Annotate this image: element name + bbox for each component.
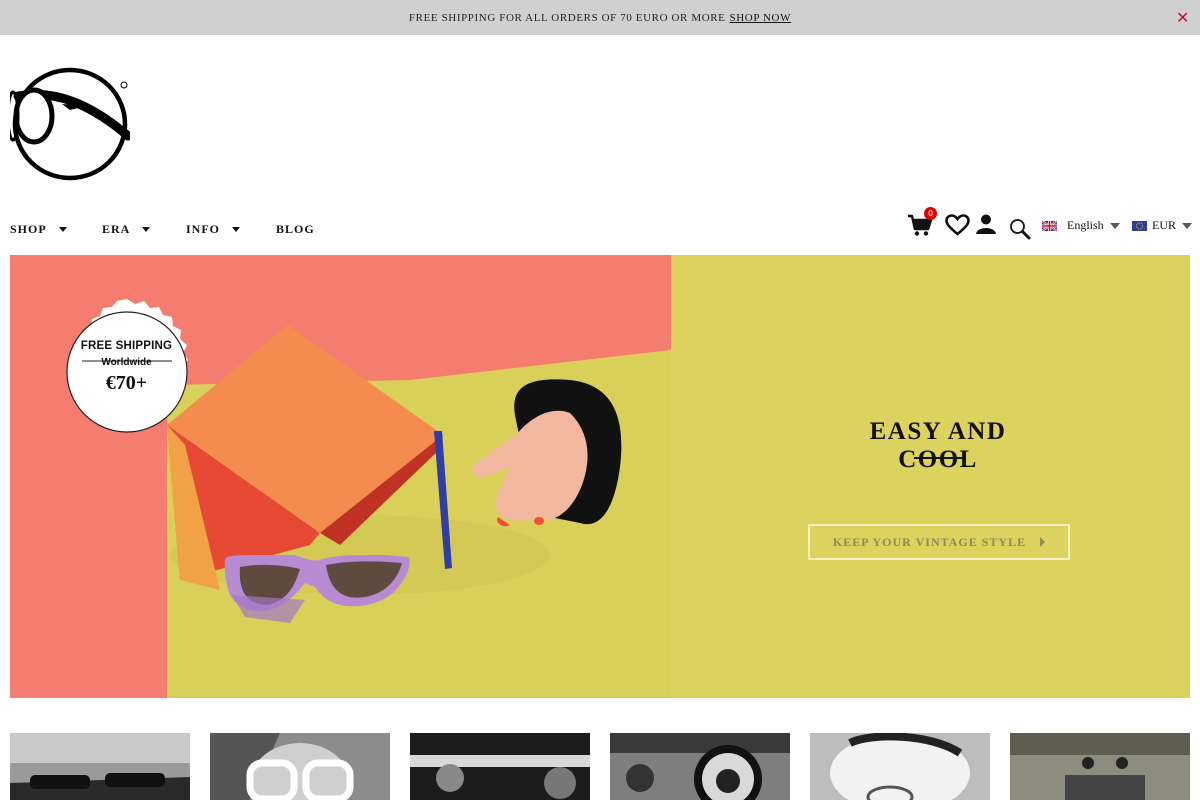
hero-banner: FREE SHIPPING Worldwide €70+ EASY AND CO… bbox=[10, 255, 1190, 698]
cart-count-badge: 0 bbox=[924, 207, 937, 220]
language-label: English bbox=[1067, 218, 1104, 232]
thumbnail-image bbox=[410, 733, 590, 800]
nav-info[interactable]: INFO bbox=[186, 222, 276, 237]
thumbnail-image bbox=[1010, 733, 1190, 800]
heart-icon bbox=[945, 214, 970, 236]
thumbnail-image bbox=[210, 733, 390, 800]
hero-image bbox=[10, 255, 671, 698]
nav-era[interactable]: ERA bbox=[102, 222, 186, 237]
eu-flag-icon bbox=[1132, 220, 1147, 231]
category-thumbnail-4[interactable] bbox=[610, 733, 790, 800]
category-thumbnails bbox=[10, 733, 1190, 800]
category-thumbnail-3[interactable] bbox=[410, 733, 590, 800]
announcement-bar: FREE SHIPPING FOR ALL ORDERS OF 70 EURO … bbox=[0, 0, 1200, 35]
search-button[interactable] bbox=[1009, 218, 1033, 242]
free-shipping-stamp: FREE SHIPPING Worldwide €70+ bbox=[70, 340, 183, 395]
category-thumbnail-2[interactable] bbox=[210, 733, 390, 800]
main-nav: SHOP ERA INFO BLOG bbox=[10, 222, 315, 237]
brand-logo[interactable] bbox=[10, 66, 130, 182]
currency-selector[interactable]: EUR bbox=[1132, 218, 1192, 233]
stamp-price: €70+ bbox=[105, 372, 148, 394]
shop-now-link[interactable]: SHOP NOW bbox=[730, 12, 792, 24]
category-thumbnail-6[interactable] bbox=[1010, 733, 1190, 800]
stamp-line1: FREE SHIPPING bbox=[80, 340, 173, 352]
thumbnail-image bbox=[610, 733, 790, 800]
nav-shop[interactable]: SHOP bbox=[10, 222, 102, 237]
category-thumbnail-1[interactable] bbox=[10, 733, 190, 800]
hero-title: EASY AND COOL bbox=[869, 418, 1007, 473]
user-icon bbox=[976, 214, 996, 234]
caret-down-icon bbox=[1109, 222, 1120, 229]
chevron-right-icon bbox=[1040, 537, 1046, 547]
stamp-line2: Worldwide bbox=[101, 357, 152, 368]
nav-blog-label: BLOG bbox=[276, 222, 315, 236]
hero-divider bbox=[914, 457, 964, 459]
hero-button-label: KEEP YOUR VINTAGE STYLE bbox=[832, 534, 1027, 549]
category-thumbnail-5[interactable] bbox=[810, 733, 990, 800]
keep-vintage-style-button[interactable]: KEEP YOUR VINTAGE STYLE bbox=[808, 524, 1070, 560]
caret-down-icon bbox=[232, 227, 240, 232]
caret-down-icon bbox=[1182, 222, 1192, 229]
nav-shop-label: SHOP bbox=[10, 222, 47, 236]
caret-down-icon bbox=[58, 227, 67, 232]
cart-button[interactable]: 0 bbox=[905, 207, 939, 240]
thumbnail-image bbox=[810, 733, 990, 800]
nav-info-label: INFO bbox=[186, 222, 220, 236]
currency-label: EUR bbox=[1152, 218, 1176, 232]
language-selector[interactable]: English bbox=[1042, 218, 1120, 233]
wishlist-button[interactable] bbox=[945, 214, 971, 238]
announcement-text: FREE SHIPPING FOR ALL ORDERS OF 70 EURO … bbox=[408, 11, 726, 24]
nav-blog[interactable]: BLOG bbox=[276, 222, 315, 237]
search-icon bbox=[1010, 219, 1031, 240]
thumbnail-image bbox=[10, 733, 190, 800]
caret-down-icon bbox=[142, 227, 151, 232]
nav-era-label: ERA bbox=[102, 222, 131, 236]
close-icon[interactable]: ✕ bbox=[1176, 8, 1190, 27]
uk-flag-icon bbox=[1042, 220, 1057, 231]
account-button[interactable] bbox=[975, 213, 997, 237]
